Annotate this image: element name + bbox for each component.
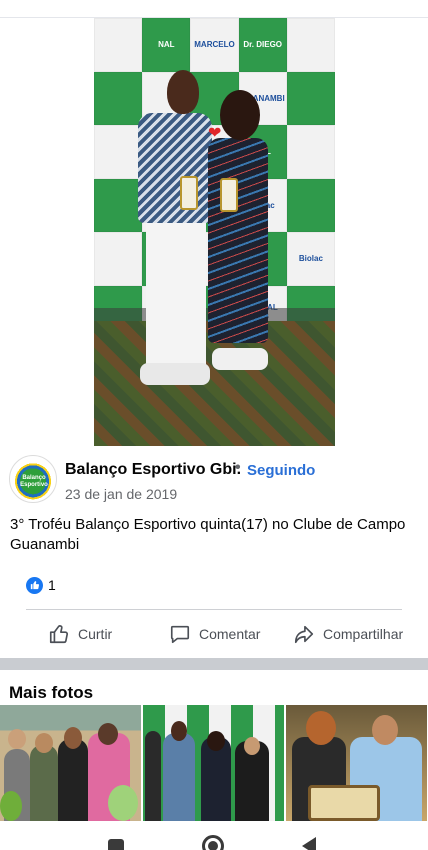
page-avatar[interactable]: Balanço Esportivo xyxy=(9,455,57,503)
share-arrow-icon xyxy=(294,625,314,644)
backdrop-cell xyxy=(286,125,335,179)
backdrop-cell xyxy=(286,71,335,125)
backdrop-cell: MARCELO xyxy=(190,18,239,72)
reaction-summary[interactable]: 1 xyxy=(26,576,56,594)
like-reaction-icon xyxy=(26,576,43,594)
comment-label: Comentar xyxy=(199,626,261,642)
share-button[interactable]: Compartilhar xyxy=(293,618,403,650)
woman-figure-dress xyxy=(208,138,268,343)
trophy-icon xyxy=(220,178,238,212)
heart-icon: ❤ xyxy=(208,125,222,142)
backdrop-cell: Dr. DIEGO xyxy=(238,18,287,72)
backdrop-cell xyxy=(286,18,335,72)
more-photos-title: Mais fotos xyxy=(9,683,94,702)
post-caption: 3° Troféu Balanço Esportivo quinta(17) n… xyxy=(10,516,406,553)
recents-square-icon[interactable] xyxy=(108,839,124,850)
backdrop-cell xyxy=(286,178,335,232)
backdrop-cell xyxy=(94,125,143,179)
divider xyxy=(26,609,402,610)
woman-figure-shoes xyxy=(212,348,268,370)
comment-button[interactable]: Comentar xyxy=(169,618,260,650)
back-triangle-icon[interactable] xyxy=(302,837,316,850)
man-figure-shoes xyxy=(140,363,210,385)
home-circle-icon[interactable] xyxy=(202,835,224,850)
photo-thumbnail[interactable] xyxy=(143,705,284,821)
avatar-logo-text: Balanço Esportivo xyxy=(20,475,48,488)
separator-dot: • xyxy=(235,459,241,476)
man-figure-legs xyxy=(146,218,206,368)
page-name[interactable]: Balanço Esportivo Gbi. xyxy=(65,461,241,479)
more-photos-strip xyxy=(0,705,428,821)
section-separator xyxy=(0,658,428,670)
following-button[interactable]: Seguindo xyxy=(247,462,315,479)
backdrop-cell: Biolac xyxy=(286,232,335,286)
backdrop-cell xyxy=(94,178,143,232)
man-figure-shirt xyxy=(138,113,212,223)
trophy-icon xyxy=(180,176,198,210)
post-header: Balanço Esportivo Balanço Esportivo Gbi.… xyxy=(9,455,419,505)
top-strip xyxy=(0,0,428,18)
post-actions: Curtir Comentar Compartilhar xyxy=(0,618,428,650)
backdrop-cell xyxy=(94,71,143,125)
man-figure-head xyxy=(167,70,199,114)
comment-bubble-icon xyxy=(170,625,190,644)
post-photo[interactable]: NAL MARCELO Dr. DIEGO GUANAMBI NAL Biola… xyxy=(94,18,335,446)
reaction-count: 1 xyxy=(48,577,56,593)
post-date[interactable]: 23 de jan de 2019 xyxy=(65,486,177,502)
thumbs-up-icon xyxy=(49,625,68,644)
system-nav-bar xyxy=(0,828,428,850)
woman-figure-head xyxy=(220,90,260,140)
backdrop-cell xyxy=(94,232,143,286)
like-button[interactable]: Curtir xyxy=(48,618,112,650)
like-label: Curtir xyxy=(78,626,113,642)
photo-thumbnail[interactable] xyxy=(286,705,427,821)
backdrop-cell xyxy=(94,18,143,72)
share-label: Compartilhar xyxy=(323,626,404,642)
photo-thumbnail[interactable] xyxy=(0,705,141,821)
backdrop-cell: NAL xyxy=(142,18,191,72)
